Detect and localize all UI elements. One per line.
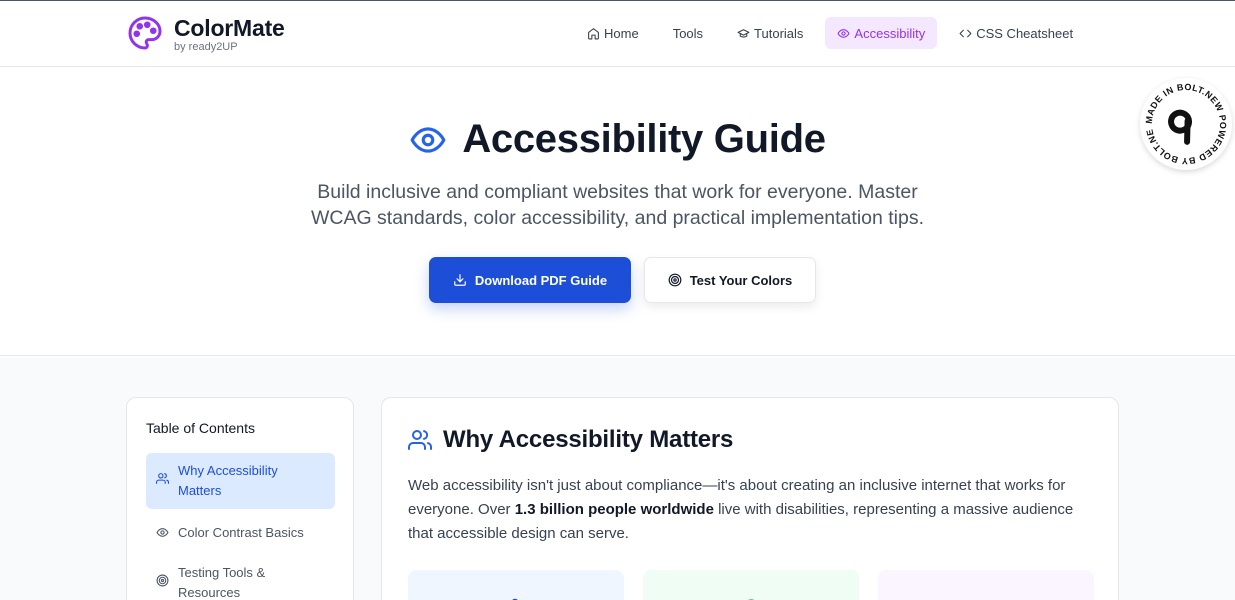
brand[interactable]: ColorMate by ready2UP	[127, 14, 285, 53]
palette-icon	[128, 16, 162, 50]
site-header: ColorMate by ready2UP Home Tools Tutoria…	[0, 1, 1235, 67]
toc-item-color-contrast[interactable]: Color Contrast Basics	[146, 515, 335, 551]
brand-tagline: by ready2UP	[174, 41, 238, 53]
section-title: Why Accessibility Matters	[443, 426, 734, 453]
hand-icon	[970, 590, 1000, 600]
nav-home-label: Home	[604, 25, 639, 41]
download-icon	[454, 274, 466, 286]
nav-accessibility-label: Accessibility	[854, 25, 926, 41]
download-pdf-button[interactable]: Download PDF Guide	[429, 257, 631, 303]
section-heading: Why Accessibility Matters	[408, 426, 733, 454]
toc-item-why-accessibility[interactable]: Why Accessibility Matters	[146, 453, 335, 509]
toc-heading: Table of Contents	[146, 420, 255, 436]
stat-tile-purple	[878, 570, 1094, 600]
paragraph-highlight: 1.3 billion people worldwide	[514, 501, 714, 518]
nav-accessibility[interactable]: Accessibility	[825, 17, 938, 49]
section-paragraph: Web accessibility isn't just about compl…	[408, 474, 1098, 546]
brand-name: ColorMate	[174, 15, 285, 41]
eye-icon	[156, 528, 169, 537]
nav-css-cheatsheet[interactable]: CSS Cheatsheet	[947, 17, 1085, 49]
main-nav: Home Tools Tutorials Accessibility CSS C…	[575, 17, 1095, 49]
toc-item-label-line-1: Testing Tools &	[178, 565, 266, 580]
toc-item-label-line-2: Matters	[178, 483, 222, 498]
nav-tutorials-label: Tutorials	[754, 25, 804, 41]
hero-heading: Accessibility Guide	[0, 117, 1235, 162]
svg-text:MADE IN BOLT.NEW POWERED BY BO: MADE IN BOLT.NEW POWERED BY BOLT.NEW	[1140, 78, 1228, 166]
graduation-cap-icon	[737, 28, 750, 38]
nav-tutorials[interactable]: Tutorials	[725, 17, 815, 49]
toc-item-testing-tools[interactable]: Testing Tools & Resources	[146, 555, 335, 600]
table-of-contents: Table of Contents Why Accessibility Matt…	[126, 397, 354, 600]
users-icon	[408, 430, 432, 450]
stat-tile-green	[643, 570, 859, 600]
bolt-badge[interactable]: MADE IN BOLT.NEW POWERED BY BOLT.NEW	[1136, 70, 1232, 170]
accessibility-icon	[512, 598, 518, 600]
target-icon	[668, 273, 682, 287]
code-icon	[959, 29, 972, 37]
hero-section: Accessibility Guide Build inclusive and …	[0, 67, 1235, 356]
hero-description-line-2: WCAG standards, color accessibility, and…	[310, 207, 925, 229]
nav-home[interactable]: Home	[575, 17, 651, 49]
page-title: Accessibility Guide	[462, 117, 826, 161]
test-colors-button-label: Test Your Colors	[689, 272, 793, 288]
toc-item-label-line-2: Resources	[178, 585, 241, 600]
nav-tools[interactable]: Tools	[661, 17, 715, 49]
eye-icon	[410, 126, 446, 153]
why-accessibility-card: Why Accessibility Matters Web accessibil…	[381, 397, 1119, 600]
home-icon	[588, 27, 599, 39]
stat-tile-blue	[408, 570, 624, 600]
nav-tools-label: Tools	[672, 25, 704, 41]
download-pdf-button-label: Download PDF Guide	[474, 272, 608, 288]
test-colors-button[interactable]: Test Your Colors	[644, 257, 816, 303]
users-icon	[156, 473, 169, 484]
hero-description-line-1: Build inclusive and compliant websites t…	[317, 181, 918, 203]
target-icon	[156, 574, 169, 587]
toc-item-label-line-1: Why Accessibility	[178, 463, 278, 478]
toc-item-label: Color Contrast Basics	[178, 525, 304, 540]
eye-icon	[837, 28, 850, 38]
hero-description: Build inclusive and compliant websites t…	[0, 179, 1235, 231]
nav-css-cheatsheet-label: CSS Cheatsheet	[976, 25, 1074, 41]
ear-icon	[748, 599, 755, 600]
content-area: Table of Contents Why Accessibility Matt…	[0, 357, 1235, 600]
bolt-badge-text: MADE IN BOLT.NEW POWERED BY BOLT.NEW	[1136, 70, 1228, 166]
bolt-badge-graphic: MADE IN BOLT.NEW POWERED BY BOLT.NEW	[1136, 70, 1228, 166]
